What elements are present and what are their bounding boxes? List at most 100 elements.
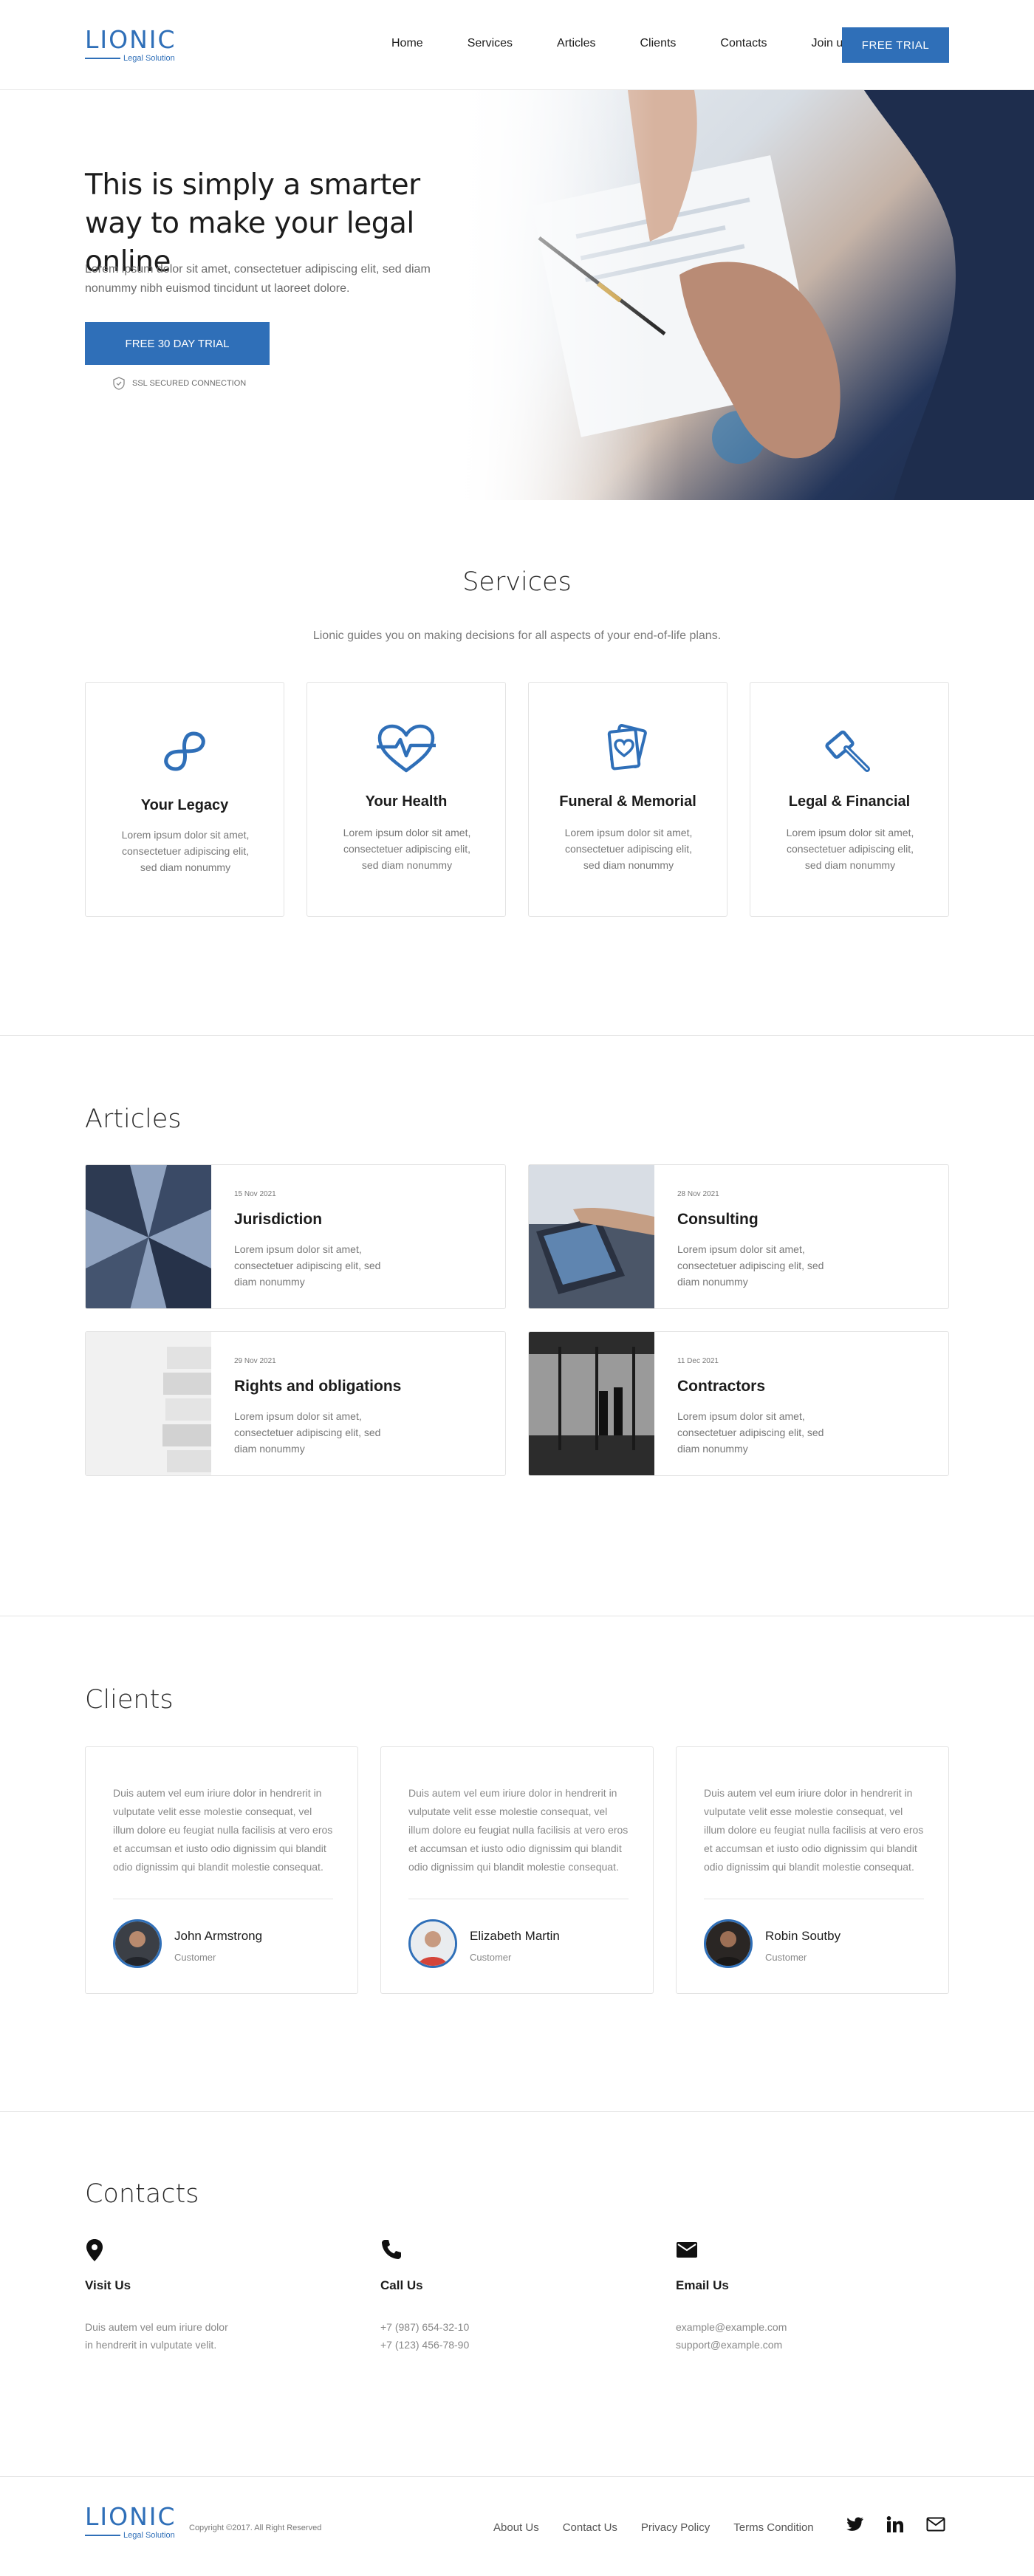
contact-phone[interactable]: +7 (987) 654-32-10 — [380, 2318, 646, 2336]
service-text: Lorem ipsum dolor sit amet, consectetuer… — [564, 827, 693, 871]
clients-title: Clients — [85, 1685, 174, 1715]
hero-text: Lorem ipsum dolor sit amet, consectetuer… — [85, 263, 431, 295]
ssl-notice: SSL SECURED CONNECTION — [113, 377, 246, 390]
section-divider — [0, 1035, 1034, 1036]
documents-stack-image — [86, 1332, 219, 1475]
nav-services[interactable]: Services — [468, 37, 513, 50]
contacts-title: Contacts — [85, 2179, 199, 2209]
logo-wordmark: LIONIC — [85, 2502, 177, 2531]
footer-logo[interactable]: LIONIC Legal Solution — [85, 2504, 177, 2540]
laptop-meeting-image — [529, 1165, 654, 1308]
client-role: Customer — [765, 1952, 807, 1963]
logo[interactable]: LIONIC Legal Solution — [85, 27, 177, 63]
article-image — [529, 1165, 654, 1308]
articles-title: Articles — [85, 1104, 182, 1134]
testimonial-quote: Duis autem vel eum iriure dolor in hendr… — [408, 1787, 629, 1873]
logo-underline — [85, 58, 120, 59]
main-nav: Home Services Articles Clients Contacts … — [391, 37, 893, 50]
contact-email-address[interactable]: example@example.com — [676, 2318, 942, 2336]
testimonial-card: Duis autem vel eum iriure dolor in hendr… — [380, 1746, 654, 1994]
article-date: 15 Nov 2021 — [234, 1190, 276, 1198]
twitter-icon[interactable] — [846, 2517, 864, 2532]
avatar — [113, 1919, 162, 1968]
article-text: Lorem ipsum dolor sit amet, consectetuer… — [234, 1243, 381, 1288]
client-role: Customer — [174, 1952, 216, 1963]
service-card-funeral[interactable]: Funeral & Memorial Lorem ipsum dolor sit… — [528, 682, 727, 917]
contact-line: in hendrerit in vulputate velit. — [85, 2339, 217, 2351]
hero-section: This is simply a smarter way to make you… — [0, 90, 1034, 500]
article-card[interactable]: 29 Nov 2021 Rights and obligations Lorem… — [85, 1331, 506, 1476]
logo-tagline: Legal Solution — [123, 2531, 175, 2540]
shield-check-icon — [113, 377, 125, 390]
services-subtitle: Lionic guides you on making decisions fo… — [312, 629, 722, 642]
office-window-image — [529, 1332, 654, 1475]
article-image — [86, 1332, 219, 1475]
article-title[interactable]: Jurisdiction — [234, 1211, 322, 1229]
service-card-health[interactable]: Your Health Lorem ipsum dolor sit amet, … — [307, 682, 506, 917]
service-text: Lorem ipsum dolor sit amet, consectetuer… — [343, 827, 471, 871]
client-name: John Armstrong — [174, 1929, 263, 1943]
footer-link-privacy[interactable]: Privacy Policy — [641, 2521, 710, 2534]
footer-link-contact[interactable]: Contact Us — [563, 2521, 617, 2534]
nav-home[interactable]: Home — [391, 37, 423, 50]
location-pin-icon — [86, 2239, 103, 2261]
client-role: Customer — [470, 1952, 512, 1963]
phone-icon — [382, 2240, 401, 2259]
contact-email-address[interactable]: support@example.com — [676, 2336, 942, 2354]
site-header: LIONIC Legal Solution Home Services Arti… — [0, 0, 1034, 90]
free-trial-button[interactable]: FREE TRIAL — [842, 27, 949, 63]
contact-email: Email Us example@example.com support@exa… — [676, 2238, 942, 2354]
article-title[interactable]: Contractors — [677, 1378, 765, 1395]
nav-clients[interactable]: Clients — [640, 37, 677, 50]
logo-underline — [85, 2535, 120, 2536]
copyright: Copyright ©2017. All Right Reserved — [189, 2524, 322, 2532]
avatar — [704, 1919, 753, 1968]
client-name: Robin Soutby — [765, 1929, 841, 1943]
contact-visit: Visit Us Duis autem vel eum iriure dolor… — [85, 2238, 351, 2354]
ssl-label: SSL SECURED CONNECTION — [132, 379, 247, 388]
article-date: 11 Dec 2021 — [677, 1357, 719, 1365]
client-name: Elizabeth Martin — [470, 1929, 560, 1943]
contact-phone[interactable]: +7 (123) 456-78-90 — [380, 2336, 646, 2354]
testimonial-card: Duis autem vel eum iriure dolor in hendr… — [85, 1746, 358, 1994]
hero-illustration — [451, 90, 1034, 500]
article-image — [86, 1165, 211, 1308]
article-card[interactable]: 28 Nov 2021 Consulting Lorem ipsum dolor… — [528, 1164, 949, 1309]
client-photo — [706, 1921, 750, 1966]
site-footer: LIONIC Legal Solution Copyright ©2017. A… — [0, 2476, 1034, 2576]
service-text: Lorem ipsum dolor sit amet, consectetuer… — [121, 829, 250, 873]
contact-title: Call Us — [380, 2278, 423, 2292]
article-text: Lorem ipsum dolor sit amet, consectetuer… — [234, 1410, 381, 1455]
contact-call: Call Us +7 (987) 654-32-10 +7 (123) 456-… — [380, 2238, 646, 2354]
social-links — [846, 2516, 968, 2532]
service-title: Funeral & Memorial — [559, 793, 696, 810]
nav-articles[interactable]: Articles — [557, 37, 595, 50]
cards-icon — [607, 724, 647, 771]
service-card-legal[interactable]: Legal & Financial Lorem ipsum dolor sit … — [750, 682, 949, 917]
contact-title: Email Us — [676, 2278, 729, 2292]
service-title: Your Legacy — [140, 797, 229, 813]
nav-contacts[interactable]: Contacts — [720, 37, 767, 50]
mail-icon[interactable] — [926, 2517, 945, 2532]
footer-link-terms[interactable]: Terms Condition — [733, 2521, 813, 2534]
service-title: Legal & Financial — [788, 793, 911, 810]
mail-icon — [677, 2242, 697, 2258]
buildings-image — [86, 1165, 211, 1308]
testimonial-quote: Duis autem vel eum iriure dolor in hendr… — [704, 1787, 924, 1873]
service-title: Your Health — [365, 793, 448, 810]
service-card-legacy[interactable]: Your Legacy Lorem ipsum dolor sit amet, … — [85, 682, 284, 917]
services-title: Services — [462, 567, 572, 597]
article-title[interactable]: Rights and obligations — [234, 1378, 401, 1395]
linkedin-icon[interactable] — [886, 2516, 904, 2532]
hero-image — [451, 90, 1034, 500]
article-title[interactable]: Consulting — [677, 1211, 759, 1229]
article-card[interactable]: 15 Nov 2021 Jurisdiction Lorem ipsum dol… — [85, 1164, 506, 1309]
footer-link-about[interactable]: About Us — [493, 2521, 539, 2534]
article-date: 28 Nov 2021 — [677, 1190, 719, 1198]
gavel-icon — [825, 730, 870, 772]
client-photo — [411, 1921, 455, 1966]
free-30-day-trial-button[interactable]: FREE 30 DAY TRIAL — [85, 322, 270, 365]
article-card[interactable]: 11 Dec 2021 Contractors Lorem ipsum dolo… — [528, 1331, 949, 1476]
client-photo — [115, 1921, 160, 1966]
infinity-icon — [164, 731, 205, 771]
